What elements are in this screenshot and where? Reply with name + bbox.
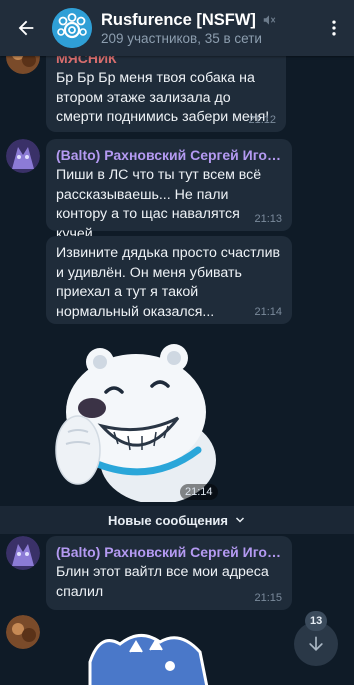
message-bubble[interactable]: Извините дядька просто счастлив и удивлё… [46, 236, 292, 324]
message-time: 21:12 [248, 114, 276, 126]
message-text: Блин этот вайтл все мои адреса спалил [56, 564, 269, 600]
message-bubble[interactable]: мясник Бр Бр Бр меня твоя собака на втор… [46, 44, 286, 132]
sticker-time: 21:14 [180, 484, 218, 500]
message-bubble[interactable]: (Balto) Рахновский Сергей Игорев... Блин… [46, 536, 292, 610]
chat-header: Rusfurence [NSFW] 209 участников, 35 в с… [0, 0, 354, 56]
avatar[interactable] [6, 536, 40, 570]
new-messages-divider: Новые сообщения [0, 506, 354, 534]
more-menu-button[interactable] [314, 0, 354, 56]
message-time: 21:14 [254, 306, 282, 318]
group-avatar[interactable] [52, 8, 92, 48]
message-text: Бр Бр Бр меня твоя собака на втором этаж… [56, 70, 270, 125]
unread-count-badge: 13 [305, 611, 328, 631]
arrow-down-icon [309, 636, 323, 652]
dragon-sticker[interactable] [80, 622, 220, 685]
more-vertical-icon [332, 20, 336, 36]
chevron-down-icon [235, 517, 245, 523]
polar-bear-sticker[interactable] [48, 340, 216, 504]
message-sender[interactable]: (Balto) Рахновский Сергей Игорев... [56, 544, 282, 560]
new-messages-label: Новые сообщения [107, 512, 229, 528]
message-bubble[interactable]: (Balto) Рахновский Сергей Игорев... Пиши… [46, 139, 292, 242]
message-time: 21:15 [254, 592, 282, 604]
arrow-left-icon [18, 20, 34, 36]
message-text: Пиши в ЛС что ты тут всем всё рассказыва… [56, 167, 262, 242]
chat-title: Rusfurence [NSFW] [101, 10, 256, 29]
message-sender[interactable]: (Balto) Рахновский Сергей Игорев... [56, 147, 282, 163]
paw-swirl-logo-icon [52, 8, 92, 48]
message-text: Извините дядька просто счастлив и удивлё… [56, 245, 281, 320]
avatar[interactable] [6, 139, 40, 173]
chat-subtitle: 209 участников, 35 в сети [101, 30, 262, 46]
back-button[interactable] [0, 0, 52, 56]
chat-title-area[interactable]: Rusfurence [NSFW] 209 участников, 35 в с… [101, 11, 314, 46]
muted-speaker-icon [263, 15, 276, 25]
avatar[interactable] [6, 615, 40, 649]
message-time: 21:13 [254, 213, 282, 225]
